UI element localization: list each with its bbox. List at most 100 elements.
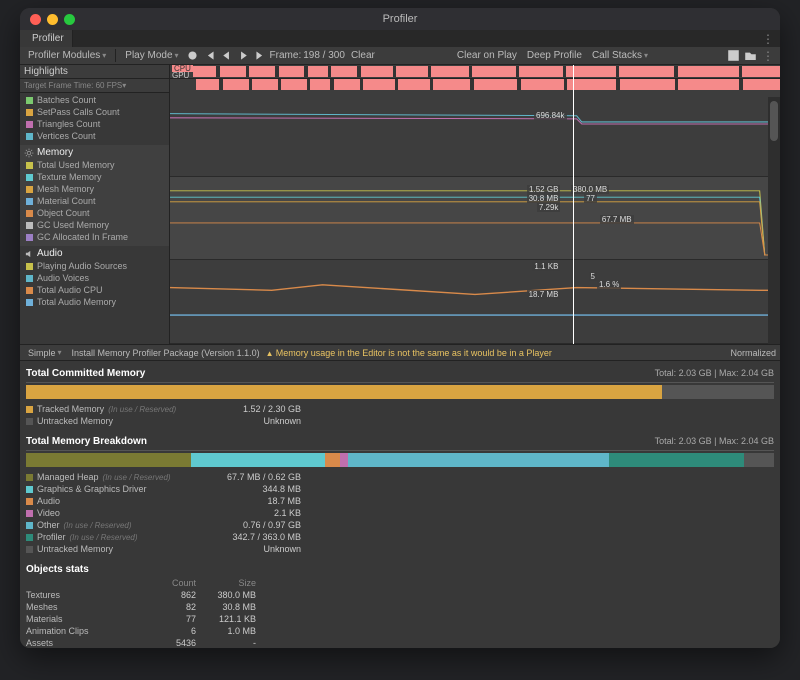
tab-profiler[interactable]: Profiler <box>20 30 73 47</box>
playmode-dropdown[interactable]: Play Mode <box>121 49 182 62</box>
bar-segment[interactable] <box>191 453 326 467</box>
row-swatch <box>26 546 33 553</box>
toolbar-menu-icon[interactable]: ⋮ <box>762 49 774 63</box>
committed-bar[interactable] <box>26 385 774 399</box>
record-button[interactable] <box>185 48 200 63</box>
legend-item[interactable]: Triangles Count <box>24 118 169 130</box>
legend-label: Vertices Count <box>37 130 96 142</box>
frame-bar-gpu[interactable] <box>196 79 780 90</box>
next-frame-button[interactable] <box>236 48 251 63</box>
bar-segment[interactable] <box>348 453 610 467</box>
row-name: Profiler <box>37 532 66 542</box>
legend-swatch <box>26 162 33 169</box>
legend-label: Total Used Memory <box>37 159 115 171</box>
first-frame-button[interactable] <box>202 48 217 63</box>
legend-item[interactable]: SetPass Calls Count <box>24 106 169 118</box>
row-value: 344.8 MB <box>216 484 301 494</box>
legend-item[interactable]: Batches Count <box>24 94 169 106</box>
row-value: 18.7 MB <box>216 496 301 506</box>
bar-segment[interactable] <box>744 453 774 467</box>
minimize-icon[interactable] <box>47 14 58 25</box>
row-name: Video <box>37 508 60 518</box>
close-icon[interactable] <box>30 14 41 25</box>
memory-row: Audio 18.7 MB <box>26 495 774 507</box>
tab-bar: Profiler ⋮ <box>20 30 780 47</box>
zoom-icon[interactable] <box>64 14 75 25</box>
clear-on-play-toggle[interactable]: Clear on Play <box>453 49 521 62</box>
titlebar[interactable]: Profiler <box>20 8 780 30</box>
memory-row: Video 2.1 KB <box>26 507 774 519</box>
profiler-window: Profiler Profiler ⋮ Profiler Modules Pla… <box>20 8 780 648</box>
row-value: 342.7 / 363.0 MB <box>216 532 301 542</box>
prev-frame-button[interactable] <box>219 48 234 63</box>
chart-column[interactable]: CPUGPU 696.84k <box>170 65 780 344</box>
bar-segment[interactable] <box>26 385 662 399</box>
legend-item[interactable]: GC Used Memory <box>24 219 169 231</box>
legend-item[interactable]: Texture Memory <box>24 171 169 183</box>
detail-toolbar: Simple Install Memory Profiler Package (… <box>20 345 780 361</box>
call-stacks-dropdown[interactable]: Call Stacks <box>588 49 652 62</box>
legend-item[interactable]: Total Audio CPU <box>24 284 169 296</box>
last-frame-button[interactable] <box>253 48 268 63</box>
legend-item[interactable]: Playing Audio Sources <box>24 260 169 272</box>
legend-item[interactable]: Material Count <box>24 195 169 207</box>
profiler-modules-dropdown[interactable]: Profiler Modules <box>24 49 110 62</box>
breakdown-title: Total Memory BreakdownTotal: 2.03 GB | M… <box>26 433 774 451</box>
legend-swatch <box>26 275 33 282</box>
breakdown-bar[interactable] <box>26 453 774 467</box>
row-name: Untracked Memory <box>37 416 113 426</box>
stat-row: Materials77121.1 KB <box>26 614 774 626</box>
legend-item[interactable]: GC Allocated In Frame <box>24 231 169 243</box>
row-swatch <box>26 498 33 505</box>
audio-module-header[interactable]: Audio <box>24 247 169 260</box>
target-fps-dropdown[interactable]: Target Frame Time: 60 FPS <box>20 79 169 93</box>
row-swatch <box>26 418 33 425</box>
chart-scrollbar[interactable] <box>768 97 780 344</box>
row-swatch <box>26 486 33 493</box>
tab-label: Profiler <box>32 33 64 44</box>
bar-segment[interactable] <box>609 453 744 467</box>
row-name: Untracked Memory <box>37 544 113 554</box>
row-value: Unknown <box>216 544 301 554</box>
legend-item[interactable]: Total Audio Memory <box>24 296 169 308</box>
legend-label: GC Allocated In Frame <box>37 231 128 243</box>
detail-mode-dropdown[interactable]: Simple <box>24 347 66 359</box>
row-name: Managed Heap <box>37 472 99 482</box>
stat-row: Textures862380.0 MB <box>26 590 774 602</box>
legend-label: Batches Count <box>37 94 96 106</box>
frame-bar-cpu[interactable] <box>193 66 780 77</box>
highlights-chart[interactable]: 696.84k <box>170 93 780 177</box>
legend-label: Material Count <box>37 195 96 207</box>
clear-button[interactable]: Clear <box>347 49 379 62</box>
bar-segment[interactable] <box>26 453 191 467</box>
legend-item[interactable]: Total Used Memory <box>24 159 169 171</box>
legend-item[interactable]: Vertices Count <box>24 130 169 142</box>
legend-item[interactable]: Mesh Memory <box>24 183 169 195</box>
deep-profile-toggle[interactable]: Deep Profile <box>523 49 586 62</box>
highlights-header[interactable]: Highlights <box>20 65 169 79</box>
bar-segment[interactable] <box>325 453 340 467</box>
detail-panel[interactable]: Total Committed MemoryTotal: 2.03 GB | M… <box>20 361 780 648</box>
stat-row: Assets5436- <box>26 638 774 648</box>
row-value: 2.1 KB <box>216 508 301 518</box>
legend-swatch <box>26 109 33 116</box>
bar-segment[interactable] <box>340 453 347 467</box>
legend-swatch <box>26 210 33 217</box>
bar-segment[interactable] <box>662 385 774 399</box>
window-title: Profiler <box>383 13 418 25</box>
legend-label: Total Audio CPU <box>37 284 103 296</box>
legend-item[interactable]: Object Count <box>24 207 169 219</box>
memory-module-header[interactable]: Memory <box>24 146 169 159</box>
stat-row: Meshes8230.8 MB <box>26 602 774 614</box>
memory-chart[interactable]: 1.52 GB 380.0 MB 30.8 MB 77 7.29k 67.7 M… <box>170 177 780 261</box>
load-button[interactable] <box>743 48 758 63</box>
legend-item[interactable]: Audio Voices <box>24 272 169 284</box>
save-button[interactable] <box>726 48 741 63</box>
memory-row: Managed Heap (In use / Reserved)67.7 MB … <box>26 471 774 483</box>
tab-menu-icon[interactable]: ⋮ <box>762 32 774 46</box>
committed-title: Total Committed MemoryTotal: 2.03 GB | M… <box>26 365 774 383</box>
frame-label: Frame: <box>270 50 302 61</box>
audio-chart[interactable]: 1.1 KB 5 1.6 % 18.7 MB <box>170 260 780 344</box>
normalized-toggle[interactable]: Normalized <box>730 348 776 358</box>
install-package-link[interactable]: Install Memory Profiler Package (Version… <box>72 348 260 358</box>
